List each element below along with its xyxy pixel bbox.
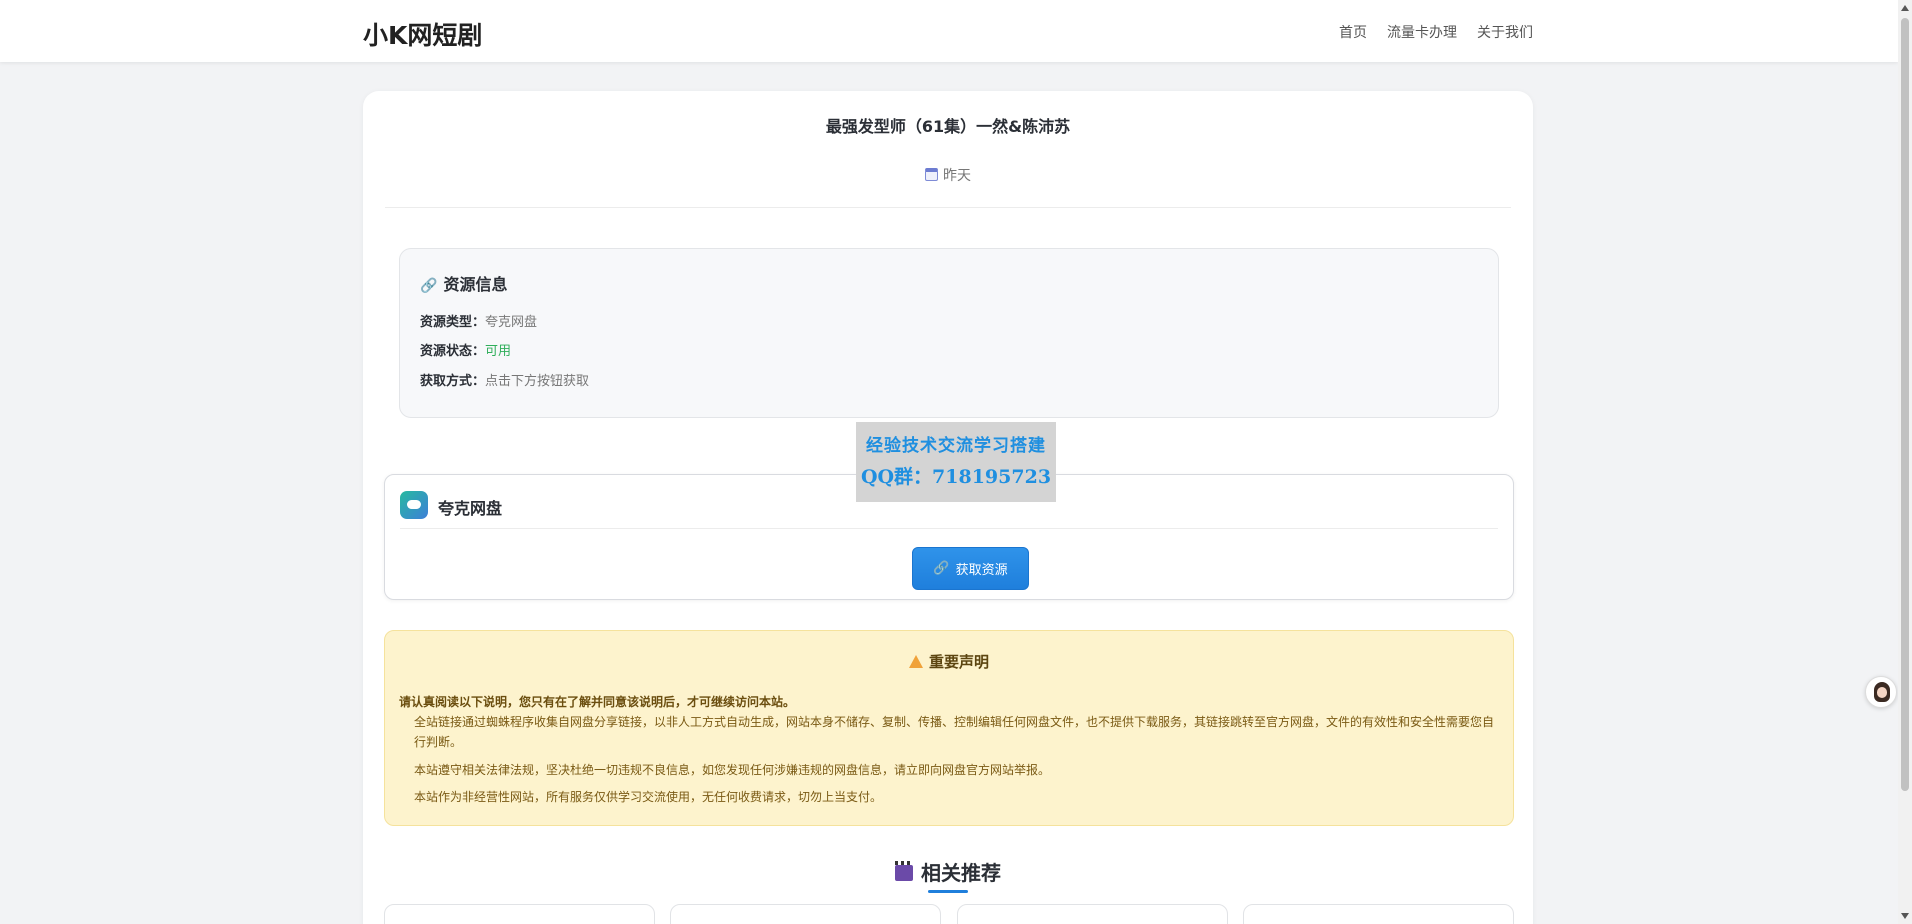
resource-method-row: 获取方式：点击下方按钮获取 — [420, 370, 589, 389]
related-heading-text: 相关推荐 — [921, 861, 1001, 885]
resource-method-value: 点击下方按钮获取 — [485, 374, 590, 389]
main-nav: 首页 流量卡办理 关于我们 — [1339, 22, 1533, 42]
resource-type-value: 夸克网盘 — [485, 315, 538, 330]
related-heading: 相关推荐 — [363, 857, 1533, 886]
link-icon: 🔗 — [420, 278, 438, 294]
page-scrollbar[interactable] — [1898, 0, 1912, 924]
watermark-line2: QQ群：718195723 — [860, 466, 1052, 488]
nav-about[interactable]: 关于我们 — [1477, 22, 1533, 42]
disclaimer-heading: 重要声明 — [385, 651, 1513, 672]
nav-home[interactable]: 首页 — [1339, 22, 1367, 42]
divider — [385, 207, 1511, 208]
disclaimer-box: 重要声明 请认真阅读以下说明，您只有在了解并同意该说明后，才可继续访问本站。 全… — [384, 630, 1514, 826]
resource-status-row: 资源状态：可用 — [420, 340, 511, 359]
disclaimer-heading-text: 重要声明 — [928, 653, 989, 671]
netdisk-name: 夸克网盘 — [438, 499, 503, 518]
related-card[interactable] — [1243, 904, 1514, 924]
quark-cloud-icon — [400, 491, 428, 519]
post-date: 昨天 — [363, 165, 1533, 185]
top-navbar: 小K网短剧 首页 流量卡办理 关于我们 — [0, 0, 1898, 62]
date-text: 昨天 — [943, 168, 971, 184]
resource-type-label: 资源类型： — [420, 315, 486, 330]
warning-icon — [908, 655, 923, 668]
link-icon: 🔗 — [933, 561, 950, 576]
clapperboard-icon — [895, 861, 913, 881]
disclaimer-item: 本站遵守相关法律法规，坚决杜绝一切违规不良信息，如您发现任何涉嫌违规的网盘信息，… — [414, 763, 1051, 777]
watermark-line1: 经验技术交流学习搭建 — [866, 436, 1046, 456]
get-resource-label: 获取资源 — [955, 563, 1008, 578]
site-logo[interactable]: 小K网短剧 — [363, 16, 482, 52]
disclaimer-item: 全站链接通过蜘蛛程序收集自网盘分享链接，以非人工方式自动生成，网站本身不储存、复… — [414, 715, 1495, 749]
get-resource-button[interactable]: 🔗 获取资源 — [912, 547, 1029, 590]
resource-info-heading: 🔗 资源信息 — [420, 271, 507, 295]
nav-sim-card[interactable]: 流量卡办理 — [1387, 22, 1457, 42]
divider — [400, 528, 1498, 529]
scroll-down-icon[interactable] — [1901, 913, 1909, 919]
resource-method-label: 获取方式： — [420, 374, 486, 389]
scroll-up-icon[interactable] — [1901, 5, 1909, 11]
resource-heading-text: 资源信息 — [443, 275, 508, 294]
related-card[interactable] — [384, 904, 655, 924]
scrollbar-thumb[interactable] — [1901, 18, 1909, 791]
resource-status-label: 资源状态： — [420, 344, 486, 359]
qq-group-watermark: 经验技术交流学习搭建 QQ群：718195723 — [856, 422, 1056, 502]
page-title: 最强发型师（61集）一然&陈沛苏 — [825, 117, 1071, 136]
resource-type-row: 资源类型：夸克网盘 — [420, 311, 537, 330]
related-card[interactable] — [670, 904, 941, 924]
customer-service-avatar[interactable] — [1865, 676, 1897, 708]
resource-status-value: 可用 — [485, 344, 512, 359]
content-card: 最强发型师（61集）一然&陈沛苏 昨天 🔗 资源信息 资源类型：夸克网盘 资源状态… — [363, 91, 1533, 924]
disclaimer-item: 本站作为非经营性网站，所有服务仅供学习交流使用，无任何收费请求，切勿上当支付。 — [414, 790, 883, 804]
heading-underline — [928, 890, 968, 893]
related-card[interactable] — [957, 904, 1228, 924]
resource-info-box: 🔗 资源信息 资源类型：夸克网盘 资源状态：可用 获取方式：点击下方按钮获取 — [399, 248, 1499, 418]
calendar-icon — [925, 168, 938, 181]
disclaimer-lead: 请认真阅读以下说明，您只有在了解并同意该说明后，才可继续访问本站。 — [399, 695, 796, 709]
